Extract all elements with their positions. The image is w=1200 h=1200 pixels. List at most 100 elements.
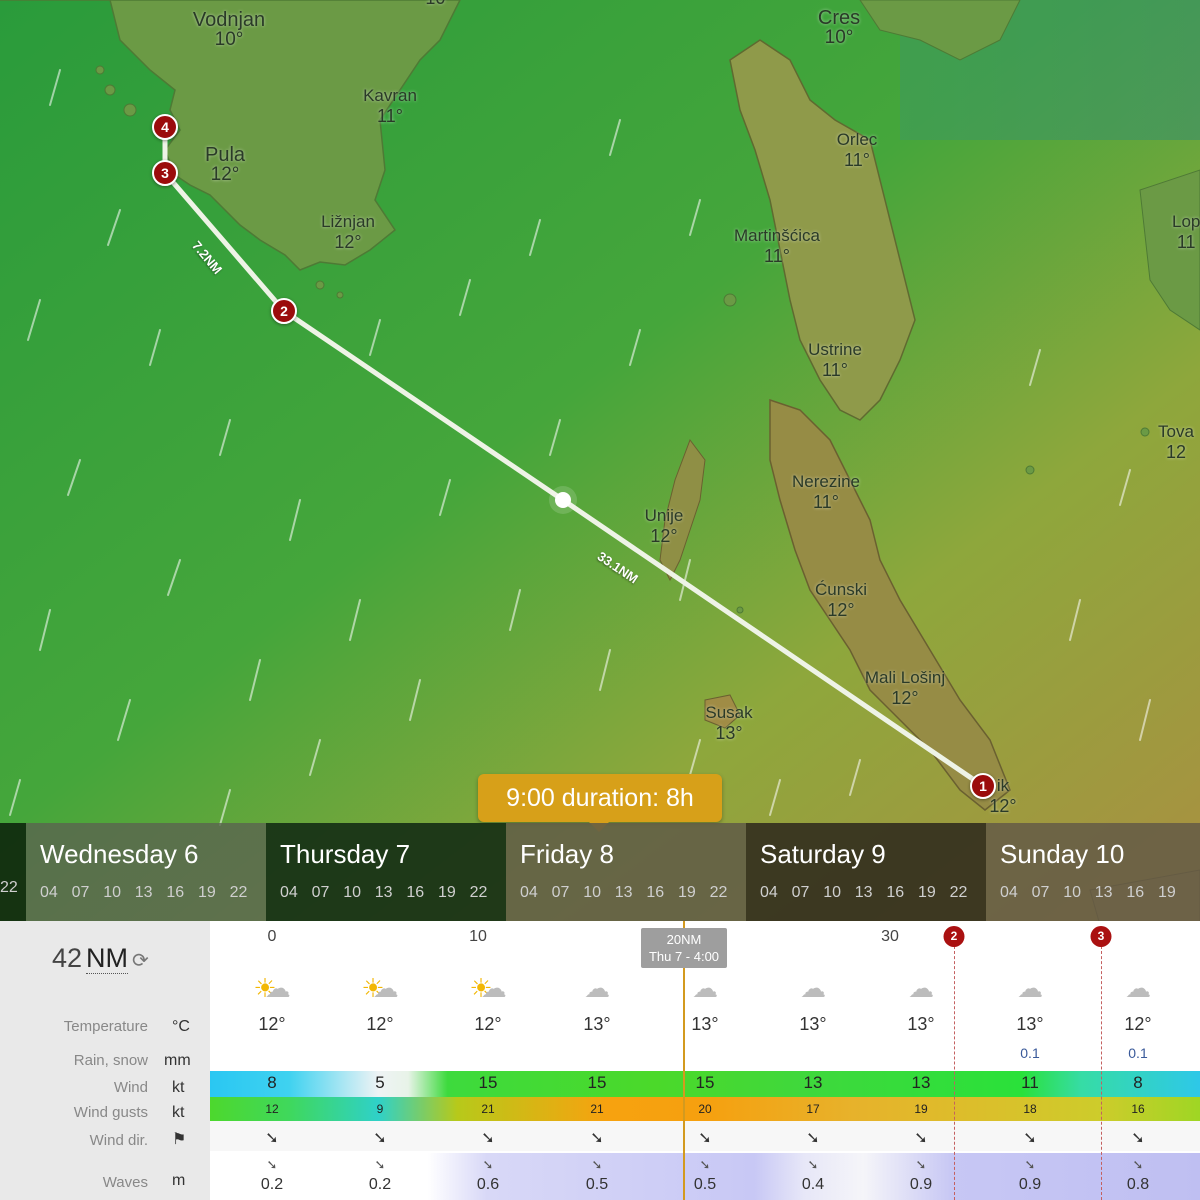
hour-label: 16 bbox=[886, 884, 905, 901]
label-rain: Rain, snow bbox=[73, 1052, 148, 1069]
route-forecast-table: 42 NM ⟳ Temperature °C Rain, snow mm Wind … bbox=[0, 921, 1200, 1200]
day-hours: 04 07 10 13 16 19 22 bbox=[520, 884, 746, 902]
cloud-icon: ☁ bbox=[584, 973, 610, 1003]
forecast-column[interactable]: ☁ 13° ➘ ➘ 0.4 bbox=[759, 921, 867, 1200]
wind-speed-value: 13 bbox=[911, 1073, 931, 1092]
waypoint-3-line bbox=[1101, 936, 1102, 1200]
wave-arrow-icon: ➘ bbox=[807, 1157, 819, 1172]
wave-value: 0.9 bbox=[1018, 1176, 1042, 1193]
hour-label: 22 bbox=[949, 884, 968, 901]
wave-value: 0.5 bbox=[585, 1176, 609, 1193]
wind-speed-value: 8 bbox=[1133, 1073, 1143, 1092]
hour-label: 07 bbox=[311, 884, 330, 901]
refresh-icon[interactable]: ⟳ bbox=[132, 950, 149, 972]
unit-rain[interactable]: mm bbox=[164, 1052, 191, 1070]
route-point-1[interactable]: 1 bbox=[970, 773, 996, 799]
hour-label: 10 bbox=[1063, 884, 1081, 901]
forecast-column[interactable]: ☁ 13° ➘ ➘ 0.9 bbox=[867, 921, 975, 1200]
label-waves: Waves bbox=[102, 1174, 148, 1191]
forecast-column[interactable]: ☁ 13° 0.1 ➘ ➘ 0.9 bbox=[976, 921, 1084, 1200]
place-liznjan: Ližnjan 12° bbox=[321, 212, 375, 252]
wind-gust-value: 21 bbox=[590, 1102, 604, 1116]
wave-arrow-icon: ➘ bbox=[591, 1157, 603, 1172]
hour-label: 07 bbox=[71, 884, 90, 901]
wind-gust-value: 21 bbox=[481, 1102, 495, 1116]
day-saturday[interactable]: Saturday 9 04 07 10 13 16 19 22 bbox=[746, 823, 986, 921]
place-nerezine: Nerezine 11° bbox=[791, 472, 861, 512]
route-distance[interactable]: 42 NM ⟳ bbox=[52, 943, 149, 974]
wind-speed-value: 13 bbox=[803, 1073, 823, 1092]
route-position-marker[interactable] bbox=[555, 492, 571, 508]
cloud-icon: ☁ bbox=[692, 973, 718, 1003]
departure-duration-bubble[interactable]: 9:00 duration: 8h bbox=[478, 774, 722, 832]
waypoint-2-badge[interactable]: 2 bbox=[943, 926, 965, 947]
hour-label: 22 bbox=[0, 879, 18, 896]
wind-gust-value: 17 bbox=[806, 1102, 820, 1116]
flag-icon[interactable]: ⚑ bbox=[172, 1129, 186, 1149]
wind-gust-value: 20 bbox=[698, 1102, 712, 1116]
sun-cloud-icon: ☀☁ bbox=[361, 973, 399, 1003]
hour-label: 04 bbox=[760, 884, 778, 901]
day-name: Sunday 10 bbox=[1000, 839, 1125, 869]
forecast-column[interactable]: ☀☁ 12° ➘ ➘ 0.6 bbox=[434, 921, 542, 1200]
temperature-value: 12° bbox=[474, 1014, 502, 1034]
hour-label: 22 bbox=[709, 884, 728, 901]
label-temperature: Temperature bbox=[63, 1018, 148, 1035]
wave-arrow-icon: ➘ bbox=[915, 1157, 927, 1172]
wind-arrow-icon: ➘ bbox=[373, 1130, 387, 1147]
wind-map[interactable]: Vodnjan10° 10° Cres10° Kavran11° Pula12°… bbox=[0, 0, 1200, 925]
rain-value: 0.1 bbox=[1020, 1045, 1040, 1061]
forecast-column[interactable]: ☀☁ 12° ➘ ➘ 0.2 bbox=[326, 921, 434, 1200]
day-name: Thursday 7 bbox=[280, 839, 411, 869]
wind-speed-value: 11 bbox=[1021, 1073, 1039, 1092]
forecast-column[interactable]: ☁ 13° ➘ ➘ 0.5 bbox=[543, 921, 651, 1200]
wind-speed-value: 15 bbox=[587, 1073, 607, 1092]
cloud-icon: ☁ bbox=[800, 973, 826, 1003]
day-sunday[interactable]: Sunday 10 04 07 10 13 16 19 bbox=[986, 823, 1200, 921]
waypoint-3-badge[interactable]: 3 bbox=[1090, 926, 1112, 947]
day-prev-partial[interactable]: 22 bbox=[0, 823, 26, 921]
wind-gust-value: 18 bbox=[1023, 1102, 1037, 1116]
wind-arrow-icon: ➘ bbox=[265, 1130, 279, 1147]
wave-arrow-icon: ➘ bbox=[482, 1157, 494, 1172]
wind-arrow-icon: ➘ bbox=[1023, 1130, 1037, 1147]
route-point-4[interactable]: 4 bbox=[152, 114, 178, 140]
day-wednesday[interactable]: Wednesday 6 04 07 10 13 16 19 22 bbox=[26, 823, 266, 921]
forecast-column[interactable]: ☀☁ 12° ➘ ➘ 0.2 bbox=[218, 921, 326, 1200]
hour-label: 16 bbox=[646, 884, 665, 901]
wave-value: 0.5 bbox=[693, 1176, 717, 1193]
day-thursday[interactable]: Thursday 7 04 07 10 13 16 19 22 bbox=[266, 823, 506, 921]
wind-arrow-icon: ➘ bbox=[698, 1130, 712, 1147]
day-name: Saturday 9 bbox=[760, 839, 886, 869]
hour-label: 13 bbox=[1094, 884, 1113, 901]
route-point-2[interactable]: 2 bbox=[271, 298, 297, 324]
wave-arrow-icon: ➘ bbox=[266, 1157, 278, 1172]
unit-wind[interactable]: kt bbox=[172, 1079, 184, 1097]
wave-value: 0.6 bbox=[476, 1176, 500, 1193]
place-pula: Pula 12° bbox=[204, 144, 246, 185]
wave-value: 0.2 bbox=[368, 1176, 392, 1193]
wind-speed-value: 15 bbox=[478, 1073, 498, 1092]
wave-value: 0.9 bbox=[909, 1176, 933, 1193]
wind-gust-value: 19 bbox=[914, 1102, 928, 1116]
route-point-3[interactable]: 3 bbox=[152, 160, 178, 186]
distance-unit[interactable]: NM bbox=[86, 943, 129, 974]
waypoint-2-line bbox=[954, 936, 955, 1200]
hour-label: 13 bbox=[614, 884, 633, 901]
hour-label: 10 bbox=[103, 884, 121, 901]
unit-waves[interactable]: m bbox=[172, 1172, 185, 1190]
day-friday[interactable]: Friday 8 04 07 10 13 16 19 22 bbox=[506, 823, 746, 921]
wave-arrow-icon: ➘ bbox=[1024, 1157, 1036, 1172]
unit-wind-gusts[interactable]: kt bbox=[172, 1104, 184, 1122]
wind-speed-value: 8 bbox=[267, 1073, 277, 1092]
day-hours: 04 07 10 13 16 19 bbox=[1000, 884, 1200, 902]
forecast-grid[interactable]: 0 10 30 ☀☁ 12° ➘ ➘ 0.2 8 12 ☀☁ 12° ➘ ➘ 0.2 5 9 ☀☁ 12° ➘ ➘… bbox=[210, 921, 1200, 1200]
hour-label: 10 bbox=[343, 884, 361, 901]
label-wind-dir: Wind dir. bbox=[89, 1132, 148, 1149]
temperature-value: 13° bbox=[583, 1014, 611, 1034]
unit-temperature[interactable]: °C bbox=[172, 1018, 190, 1036]
tooltip-time: Thu 7 - 4:00 bbox=[648, 949, 720, 964]
wind-arrow-icon: ➘ bbox=[481, 1130, 495, 1147]
day-timeline[interactable]: 22 Wednesday 6 04 07 10 13 16 19 22 Thursday 7… bbox=[0, 823, 1200, 921]
hour-label: 16 bbox=[166, 884, 185, 901]
